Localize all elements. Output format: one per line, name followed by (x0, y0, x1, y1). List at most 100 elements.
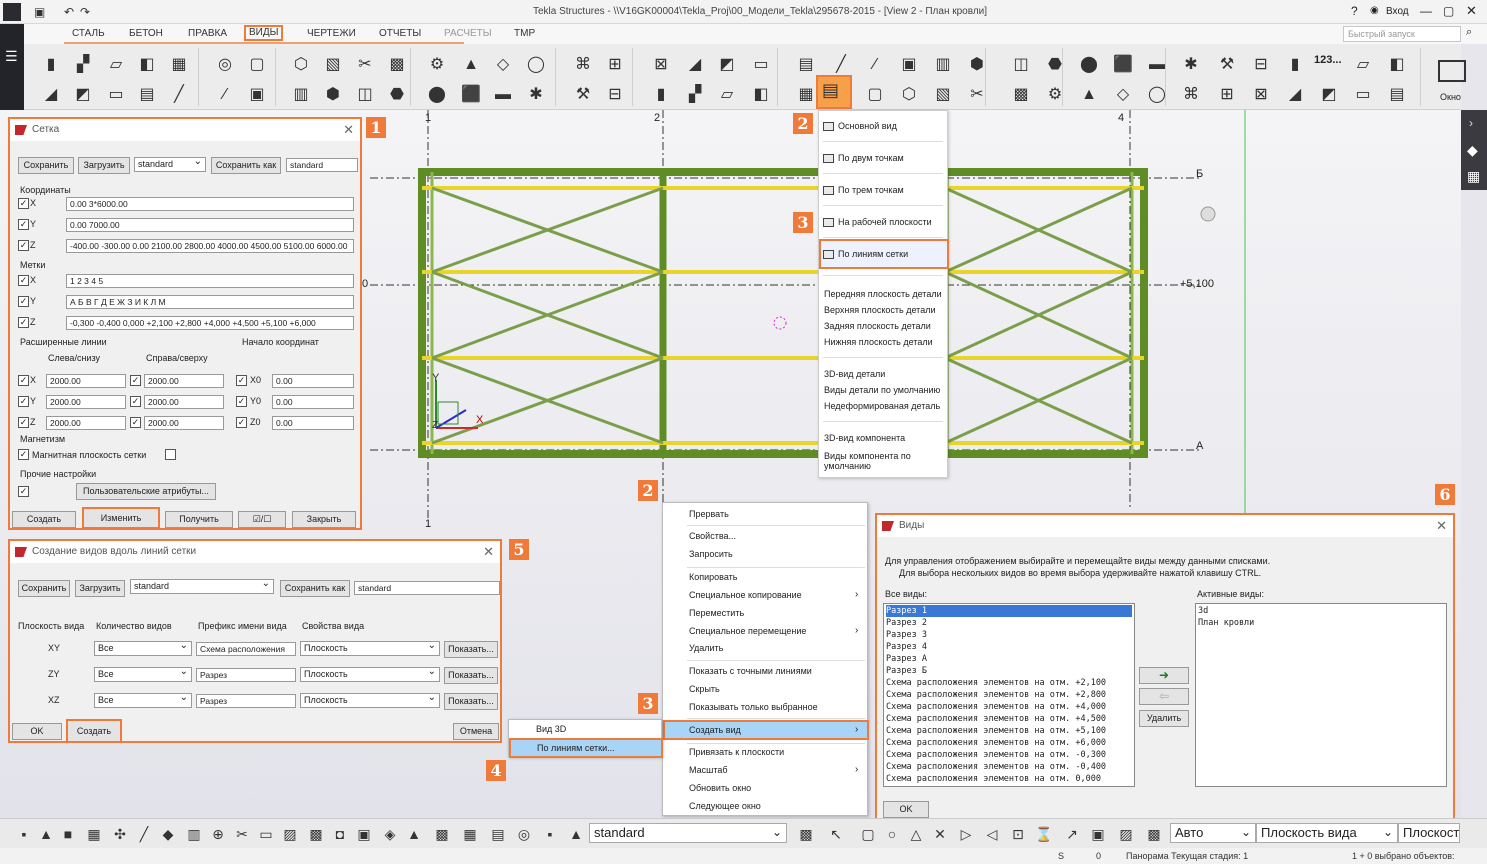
ribbon-tool-icon[interactable]: ◩ (72, 84, 94, 106)
ext-z-right-input[interactable]: 2000.00 (144, 416, 224, 430)
plane-select[interactable]: Плоскость вида ⌄ (1256, 823, 1398, 843)
view-option-11[interactable]: Недеформированая деталь (824, 401, 946, 411)
save-button[interactable]: Сохранить (18, 157, 74, 174)
context-item-2[interactable]: Запросить (689, 549, 733, 559)
toolbar-icon[interactable]: ✂ (232, 824, 252, 844)
ribbon-tool-icon[interactable]: ⚙ (426, 54, 448, 76)
toolbar-icon[interactable]: ▲ (36, 824, 56, 844)
snap-icon[interactable]: ◁ (982, 824, 1002, 844)
toolbar-icon[interactable]: ■ (58, 824, 78, 844)
hamburger-icon[interactable]: ☰ (5, 48, 18, 65)
toolbar-icon[interactable]: ▩ (432, 824, 452, 844)
cube-icon[interactable]: ◆ (1467, 142, 1478, 159)
view-option-13[interactable]: Виды компонента по умолчанию (824, 451, 946, 471)
ribbon-tool-icon[interactable]: ⊟ (604, 84, 626, 106)
axis-checkbox[interactable]: ✓ (18, 317, 29, 328)
ext-z-left-input[interactable]: 2000.00 (46, 416, 126, 430)
load-button[interactable]: Загрузить (78, 157, 130, 174)
ribbon-tool-icon[interactable]: ▩ (1010, 84, 1032, 106)
ribbon-tool-icon[interactable]: ⁄ (864, 54, 886, 76)
toolbar-icon[interactable]: ◆ (158, 824, 178, 844)
minimize-icon[interactable]: — (1420, 4, 1432, 18)
ribbon-tool-icon[interactable]: ▣ (898, 54, 920, 76)
grid-ly-input[interactable]: А Б В Г Д Е Ж З И К Л М (66, 295, 354, 309)
ribbon-tool-icon[interactable]: ⬣ (1044, 54, 1066, 76)
toolbar-icon[interactable]: ▲ (404, 824, 424, 844)
ribbon-tool-icon[interactable]: ⌘ (1180, 84, 1202, 106)
cancel-button[interactable]: Отмена (453, 723, 499, 740)
axis-checkbox[interactable]: ✓ (18, 198, 29, 209)
snap-icon[interactable]: ⌛ (1034, 824, 1054, 844)
ribbon-tool-icon[interactable]: ◢ (684, 54, 706, 76)
window-tool-label[interactable]: Окно (1440, 92, 1461, 102)
ribbon-tool-icon[interactable]: ⚒ (572, 84, 594, 106)
ribbon-tool-icon[interactable]: ▢ (864, 84, 886, 106)
ribbon-tool-icon[interactable]: ◎ (214, 54, 236, 76)
ribbon-tool-icon[interactable]: ◩ (716, 54, 738, 76)
close-icon[interactable]: ✕ (1436, 518, 1447, 534)
ribbon-tool-icon[interactable]: ▦ (795, 84, 817, 106)
all-view-item[interactable]: Разрез 3 (886, 629, 1132, 641)
create-button[interactable]: Создать (12, 511, 76, 528)
ext-checkbox[interactable]: ✓ (18, 396, 29, 407)
toolbar-icon[interactable]: ⊕ (208, 824, 228, 844)
context-item-1[interactable]: Свойства... (689, 531, 736, 541)
view-count-select[interactable]: Все (94, 691, 192, 708)
undo-icon[interactable]: ↶ (64, 5, 74, 19)
toolbar-icon[interactable]: ▩ (306, 824, 326, 844)
view-props-select[interactable]: Плоскость (300, 639, 440, 656)
ribbon-tool-icon[interactable]: ⬤ (1078, 54, 1100, 76)
ext-checkbox[interactable]: ✓ (18, 417, 29, 428)
all-view-item[interactable]: Схема расположения элементов на отм. +2,… (886, 677, 1132, 689)
view-option-9[interactable]: 3D-вид детали (824, 369, 946, 379)
all-view-item[interactable]: Разрез 1 (886, 605, 1132, 617)
close-icon[interactable]: ✕ (483, 544, 494, 560)
context-item-15[interactable]: Следующее окно (689, 801, 761, 811)
all-views-list[interactable]: Разрез 1 Разрез 2 Разрез 3 Разрез 4 Разрез А… (883, 603, 1135, 787)
ribbon-tool-icon[interactable]: ▱ (1352, 54, 1374, 76)
axis-checkbox[interactable]: ✓ (18, 219, 29, 230)
ribbon-tool-icon[interactable]: ◯ (525, 54, 547, 76)
ribbon-tool-icon[interactable]: ▦ (168, 54, 190, 76)
active-view-item[interactable]: 3d (1198, 605, 1444, 617)
context-item-create-view[interactable]: Создать вид › (663, 720, 869, 740)
ribbon-tool-icon[interactable]: ▮ (40, 54, 62, 76)
menu-steel[interactable]: СТАЛЬ (72, 28, 105, 39)
origin-x-input[interactable]: 0.00 (272, 374, 354, 388)
snap-auto-select[interactable]: Авто ⌄ (1170, 823, 1256, 843)
ribbon-tool-icon[interactable]: ▧ (322, 54, 344, 76)
ribbon-tool-icon[interactable]: ⬛ (460, 84, 482, 106)
grid-x-input[interactable]: 0.00 3*6000.00 (66, 197, 354, 211)
view-option-7[interactable]: Задняя плоскость детали (824, 321, 946, 331)
ribbon-tool-icon[interactable]: ⊟ (1250, 54, 1272, 76)
snap-icon[interactable]: ▩ (796, 824, 816, 844)
ribbon-tool-icon[interactable]: ⚒ (1216, 54, 1238, 76)
all-view-item[interactable]: Разрез 2 (886, 617, 1132, 629)
get-button[interactable]: Получить (165, 511, 233, 528)
close-icon[interactable]: ✕ (1466, 3, 1477, 19)
ribbon-tool-icon[interactable]: ▩ (386, 54, 408, 76)
ribbon-tool-icon[interactable]: ▥ (932, 54, 954, 76)
ribbon-tool-icon[interactable]: ⊞ (1216, 84, 1238, 106)
all-view-item[interactable]: Схема расположения элементов на отм. -0,… (886, 761, 1132, 773)
snap-icon[interactable]: ↗ (1062, 824, 1082, 844)
context-item-6[interactable]: Специальное перемещение (689, 626, 806, 636)
delete-button[interactable]: Удалить (1139, 710, 1189, 727)
snap-icon[interactable]: ▩ (1144, 824, 1164, 844)
snap-icon[interactable]: △ (906, 824, 926, 844)
context-item-5[interactable]: Переместить (689, 608, 744, 618)
toolbar-icon[interactable]: ◎ (514, 824, 534, 844)
toolbar-icon[interactable]: ▨ (280, 824, 300, 844)
ribbon-tool-icon[interactable]: ⊞ (604, 54, 626, 76)
ribbon-tool-icon[interactable]: ✂ (966, 84, 988, 106)
window-tool-icon[interactable] (1438, 60, 1466, 82)
ext-x-right-input[interactable]: 2000.00 (144, 374, 224, 388)
snap-icon[interactable]: ▣ (1088, 824, 1108, 844)
maximize-icon[interactable]: ▢ (1443, 4, 1454, 18)
redo-icon[interactable]: ↷ (80, 5, 90, 19)
load-button[interactable]: Загрузить (75, 580, 125, 597)
ext-right-checkbox[interactable]: ✓ (130, 396, 141, 407)
toolbar-icon[interactable]: ✣ (110, 824, 130, 844)
ribbon-tool-icon[interactable]: ✂ (354, 54, 376, 76)
ribbon-tool-icon[interactable]: ◧ (1386, 54, 1408, 76)
